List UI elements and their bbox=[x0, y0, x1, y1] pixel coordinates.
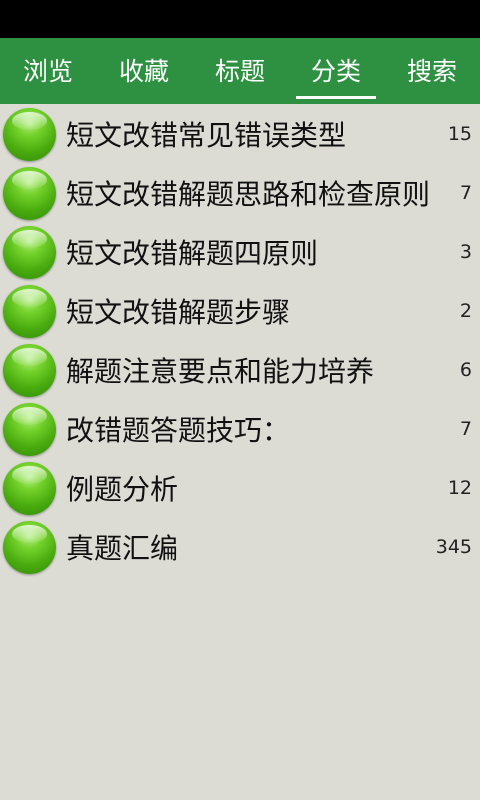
green-ball-icon bbox=[3, 521, 56, 574]
list-item[interactable]: 短文改错解题四原则 3 bbox=[0, 222, 480, 281]
green-ball-icon bbox=[3, 403, 56, 456]
tab-favorites[interactable]: 收藏 bbox=[96, 38, 192, 104]
category-label: 短文改错解题步骤 bbox=[66, 295, 291, 329]
category-count: 6 bbox=[459, 358, 472, 381]
category-count: 2 bbox=[459, 299, 472, 322]
green-ball-icon bbox=[3, 462, 56, 515]
green-ball-icon bbox=[3, 344, 56, 397]
category-count: 3 bbox=[459, 240, 472, 263]
category-count: 7 bbox=[459, 181, 472, 204]
category-count: 7 bbox=[459, 417, 472, 440]
list-item[interactable]: 解题注意要点和能力培养 6 bbox=[0, 340, 480, 399]
tab-search[interactable]: 搜索 bbox=[384, 38, 480, 104]
green-ball-icon bbox=[3, 226, 56, 279]
category-count: 15 bbox=[447, 122, 472, 145]
category-count: 345 bbox=[435, 535, 472, 558]
green-ball-icon bbox=[3, 285, 56, 338]
category-label: 改错题答题技巧： bbox=[66, 413, 291, 447]
list-item[interactable]: 改错题答题技巧： 7 bbox=[0, 399, 480, 458]
category-label: 短文改错解题四原则 bbox=[66, 236, 319, 270]
list-item[interactable]: 短文改错解题思路和检查原则 7 bbox=[0, 163, 480, 222]
category-list: 短文改错常见错误类型 15 短文改错解题思路和检查原则 7 短文改错解题四原则 … bbox=[0, 104, 480, 576]
category-label: 解题注意要点和能力培养 bbox=[66, 354, 375, 388]
list-item[interactable]: 真题汇编 345 bbox=[0, 517, 480, 576]
tab-titles[interactable]: 标题 bbox=[192, 38, 288, 104]
category-label: 例题分析 bbox=[66, 472, 179, 506]
status-bar bbox=[0, 0, 480, 38]
tab-categories[interactable]: 分类 bbox=[288, 38, 384, 104]
list-item[interactable]: 短文改错常见错误类型 15 bbox=[0, 104, 480, 163]
category-label: 短文改错常见错误类型 bbox=[66, 118, 347, 152]
list-item[interactable]: 短文改错解题步骤 2 bbox=[0, 281, 480, 340]
category-label: 短文改错解题思路和检查原则 bbox=[66, 177, 431, 211]
green-ball-icon bbox=[3, 167, 56, 220]
category-count: 12 bbox=[447, 476, 472, 499]
list-item[interactable]: 例题分析 12 bbox=[0, 458, 480, 517]
category-label: 真题汇编 bbox=[66, 531, 179, 565]
tab-browse[interactable]: 浏览 bbox=[0, 38, 96, 104]
tab-bar: 浏览 收藏 标题 分类 搜索 bbox=[0, 38, 480, 104]
green-ball-icon bbox=[3, 108, 56, 161]
